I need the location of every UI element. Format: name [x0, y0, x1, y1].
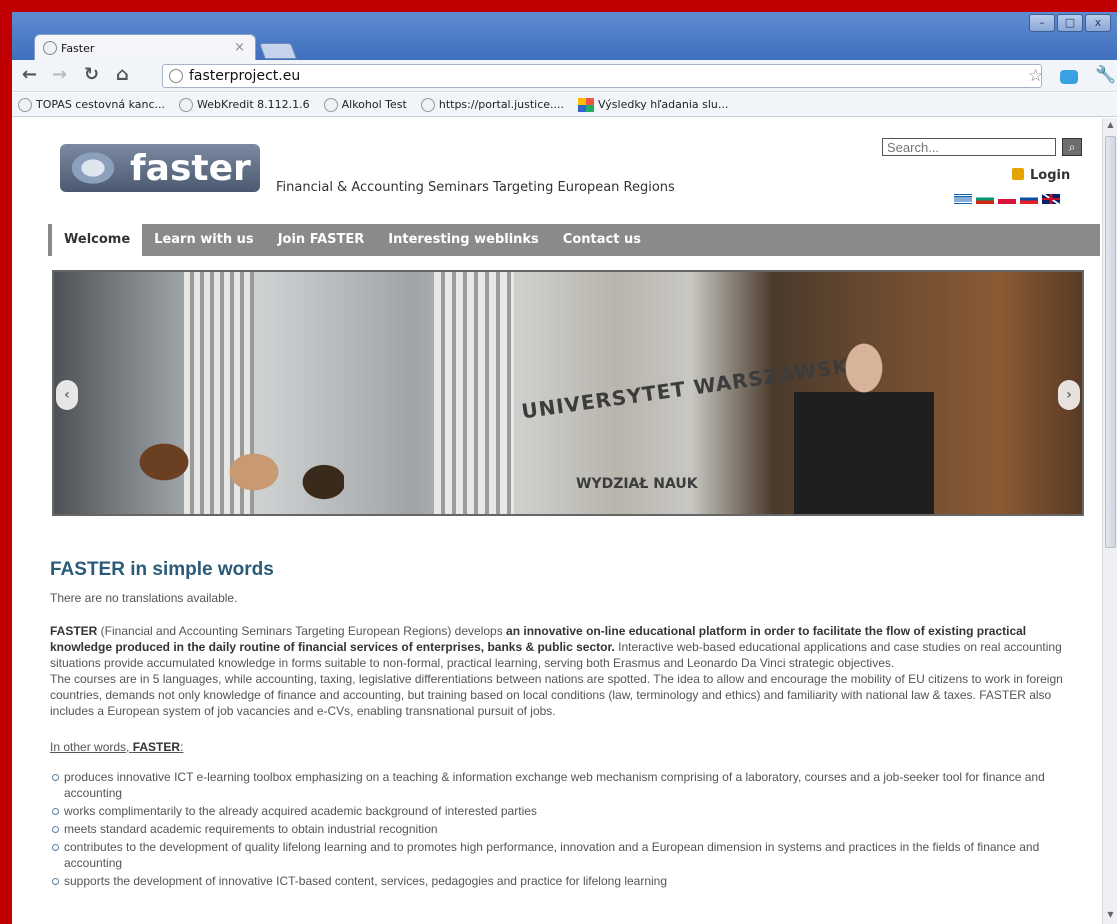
- menu-item-interesting-weblinks[interactable]: Interesting weblinks: [376, 224, 551, 256]
- chevron-right-icon: ›: [1066, 387, 1072, 403]
- globe-icon: [18, 97, 32, 112]
- bookmark-label: Alkohol Test: [341, 98, 407, 111]
- browser-toolbar: ← → ↻ ⌂ fasterproject.eu ☆ 🔧: [12, 60, 1117, 92]
- main-menu: Welcome Learn with us Join FASTER Intere…: [48, 224, 1100, 256]
- list-item: contributes to the development of qualit…: [50, 839, 1090, 871]
- window-controls: – □ x: [1029, 14, 1111, 32]
- bookmark-item[interactable]: Výsledky hľadania slu...: [578, 97, 729, 112]
- polish-flag[interactable]: [998, 194, 1016, 204]
- search-button[interactable]: ⌕: [1062, 138, 1082, 156]
- vertical-scrollbar[interactable]: ▲ ▼: [1102, 118, 1117, 924]
- other-words-heading: In other words, FASTER:: [50, 740, 184, 754]
- chevron-left-icon: ‹: [64, 387, 70, 403]
- greek-flag[interactable]: [954, 194, 972, 204]
- login-label: Login: [1030, 168, 1071, 183]
- scroll-down-icon[interactable]: ▼: [1105, 910, 1116, 922]
- new-tab-button[interactable]: [259, 43, 297, 59]
- image-slider: UNIVERSYTET WARSZAWSKI WYDZIAŁ NAUK ‹ ›: [52, 270, 1084, 516]
- page-viewport: faster Financial & Accounting Seminars T…: [12, 118, 1102, 924]
- maximize-button[interactable]: □: [1057, 14, 1083, 32]
- menu-item-join-faster[interactable]: Join FASTER: [266, 224, 377, 256]
- home-icon[interactable]: ⌂: [116, 66, 129, 84]
- bookmark-label: WebKredit 8.112.1.6: [197, 98, 310, 111]
- back-arrow-icon[interactable]: ←: [22, 66, 37, 84]
- scrollbar-thumb[interactable]: [1105, 136, 1116, 548]
- uk-flag[interactable]: [1042, 194, 1060, 204]
- no-translations-note: There are no translations available.: [50, 591, 238, 605]
- article-paragraph: The courses are in 5 languages, while ac…: [50, 672, 1063, 718]
- forward-arrow-icon[interactable]: →: [52, 66, 67, 84]
- globe-icon: [179, 97, 194, 112]
- photo-column: [434, 272, 514, 514]
- scroll-up-icon[interactable]: ▲: [1105, 120, 1116, 132]
- site-logo[interactable]: faster: [60, 144, 260, 192]
- gear-icon: [66, 148, 120, 188]
- wrench-icon[interactable]: 🔧: [1095, 65, 1116, 85]
- close-window-button[interactable]: x: [1085, 14, 1111, 32]
- list-item: works complimentarily to the already acq…: [50, 803, 1090, 819]
- page-title: FASTER in simple words: [50, 559, 274, 580]
- site-tagline: Financial & Accounting Seminars Targetin…: [276, 180, 675, 195]
- bookmark-star-icon[interactable]: ☆: [1028, 66, 1043, 86]
- search-input[interactable]: [882, 138, 1056, 156]
- address-bar[interactable]: fasterproject.eu: [162, 64, 1042, 88]
- logo-text: faster: [130, 147, 251, 189]
- photo-people: [104, 442, 344, 514]
- photo-person: [794, 332, 934, 514]
- extension-icon[interactable]: [1060, 70, 1078, 84]
- login-link[interactable]: Login: [1012, 168, 1070, 183]
- language-flags: [954, 194, 1060, 204]
- tab-title: Faster: [61, 42, 95, 55]
- lock-icon: [1012, 168, 1024, 180]
- list-item: supports the development of innovative I…: [50, 873, 1090, 889]
- slovak-flag[interactable]: [1020, 194, 1038, 204]
- list-item: produces innovative ICT e-learning toolb…: [50, 769, 1090, 801]
- globe-icon: [43, 41, 57, 55]
- bookmark-item[interactable]: https://portal.justice....: [420, 97, 565, 112]
- bookmark-label: TOPAS cestovná kanc...: [36, 98, 166, 111]
- colorful-icon: [578, 97, 595, 112]
- bookmarks-bar: TOPAS cestovná kanc... WebKredit 8.112.1…: [12, 93, 1117, 117]
- bookmark-item[interactable]: TOPAS cestovná kanc...: [18, 97, 166, 112]
- feature-list: produces innovative ICT e-learning toolb…: [50, 769, 1090, 889]
- address-url: fasterproject.eu: [189, 68, 301, 84]
- globe-icon: [323, 97, 338, 112]
- close-icon[interactable]: ×: [234, 40, 245, 55]
- browser-window: Faster × – □ x ← → ↻ ⌂ fasterproject.eu …: [12, 12, 1117, 924]
- list-item: meets standard academic requirements to …: [50, 821, 1090, 837]
- globe-icon: [420, 97, 435, 112]
- menu-item-welcome[interactable]: Welcome: [52, 224, 143, 256]
- menu-item-contact-us[interactable]: Contact us: [551, 224, 653, 256]
- bulgarian-flag[interactable]: [976, 194, 994, 204]
- photo-sign-small: WYDZIAŁ NAUK: [576, 476, 698, 492]
- tab-strip: Faster × – □ x: [12, 12, 1117, 62]
- menu-item-learn-with-us[interactable]: Learn with us: [142, 224, 266, 256]
- minimize-button[interactable]: –: [1029, 14, 1055, 32]
- slider-next-button[interactable]: ›: [1058, 380, 1080, 410]
- browser-tab[interactable]: Faster ×: [34, 34, 256, 62]
- bookmark-item[interactable]: Alkohol Test: [323, 97, 407, 112]
- search-icon: ⌕: [1068, 140, 1076, 154]
- globe-icon: [169, 69, 183, 83]
- bookmark-item[interactable]: WebKredit 8.112.1.6: [179, 97, 310, 112]
- slider-prev-button[interactable]: ‹: [56, 380, 78, 410]
- article-paragraph: FASTER (Financial and Accounting Seminar…: [50, 624, 1062, 670]
- bookmark-label: https://portal.justice....: [438, 98, 565, 111]
- article: FASTER in simple words There are no tran…: [50, 559, 1090, 891]
- reload-icon[interactable]: ↻: [84, 66, 99, 84]
- bookmark-label: Výsledky hľadania slu...: [598, 98, 729, 111]
